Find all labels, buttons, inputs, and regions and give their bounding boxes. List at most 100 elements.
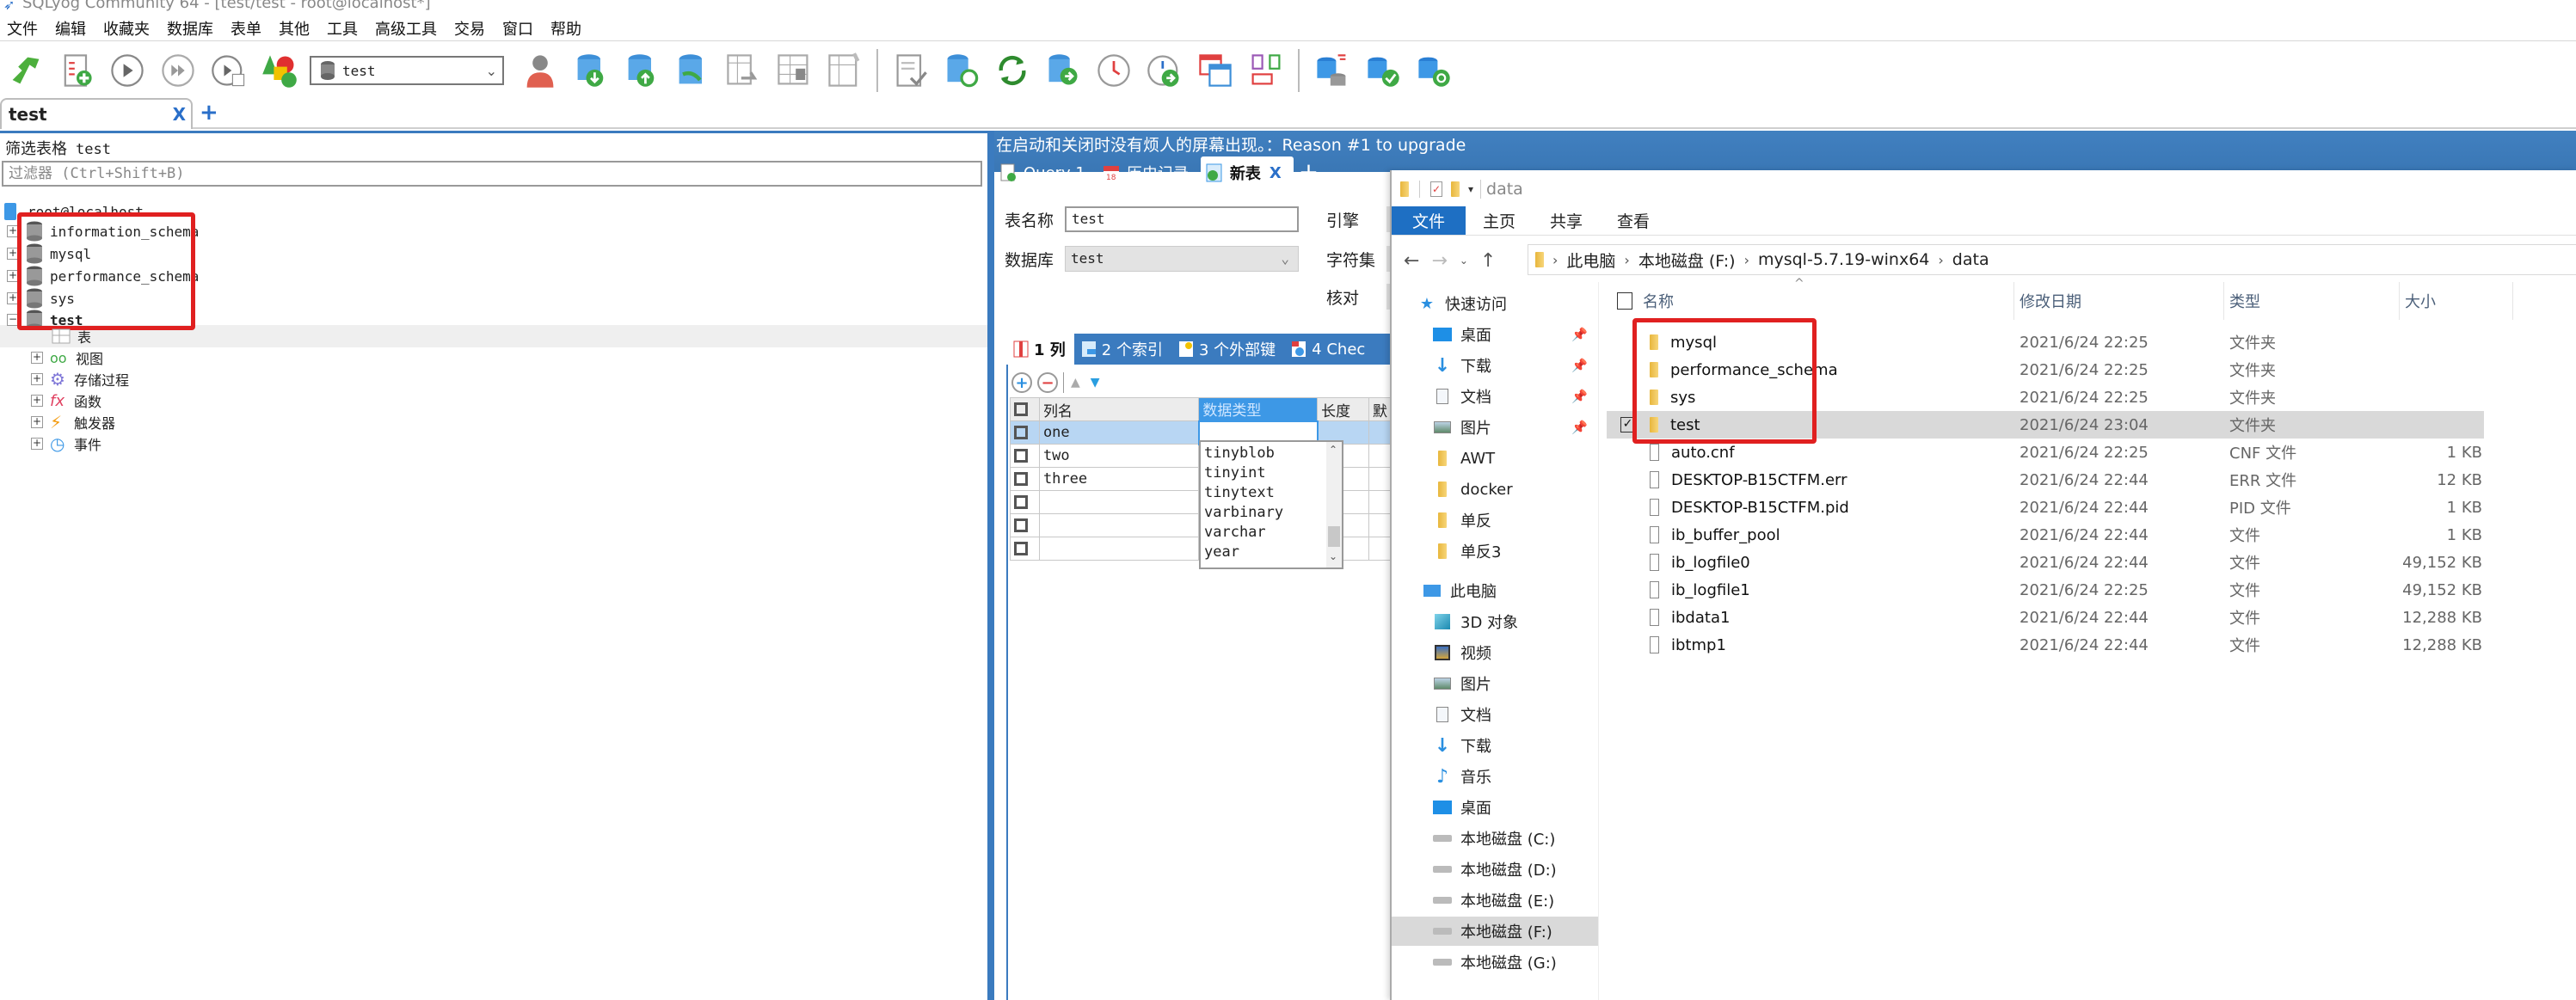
properties-icon[interactable]: ✓ bbox=[1430, 181, 1442, 197]
recent-locations-button[interactable]: ⌄ bbox=[1460, 255, 1468, 267]
new-connection-button[interactable] bbox=[5, 50, 46, 91]
up-button[interactable]: ↑ bbox=[1480, 250, 1496, 272]
dropdown-option[interactable]: varbinary bbox=[1204, 503, 1283, 523]
file-row[interactable]: ib_buffer_pool 2021/6/24 22:44 文件 1 KB bbox=[1607, 521, 2484, 549]
dropdown-option[interactable]: year bbox=[1204, 543, 1283, 562]
file-name-cell[interactable]: DESKTOP-B15CTFM.err bbox=[1650, 466, 2011, 494]
execute-all-button[interactable] bbox=[157, 50, 199, 91]
default-cell[interactable] bbox=[1368, 513, 1392, 537]
import-external-data-button[interactable] bbox=[672, 50, 713, 91]
tree-node-procedures[interactable]: + ⚙ 存储过程 bbox=[31, 368, 129, 390]
table-name-input[interactable]: test bbox=[1065, 206, 1299, 232]
nav-item[interactable]: 视频 bbox=[1392, 638, 1598, 667]
nav-item[interactable]: 图片 bbox=[1392, 669, 1598, 698]
move-down-button[interactable]: ▼ bbox=[1091, 376, 1100, 390]
tree-node-views[interactable]: + oo 视图 bbox=[31, 347, 103, 369]
pin-icon[interactable]: 📌 bbox=[1571, 389, 1588, 404]
sync-database-button[interactable] bbox=[1042, 50, 1084, 91]
file-name-cell[interactable]: ibdata1 bbox=[1650, 604, 2011, 631]
export-table-button[interactable] bbox=[722, 50, 764, 91]
ribbon-tab-home[interactable]: 主页 bbox=[1466, 206, 1533, 235]
menu-tools[interactable]: 工具 bbox=[327, 17, 358, 40]
column-name-cell[interactable] bbox=[1038, 513, 1200, 537]
close-tab-icon[interactable]: X bbox=[1270, 164, 1282, 182]
default-cell[interactable] bbox=[1368, 420, 1392, 445]
file-row[interactable]: ibdata1 2021/6/24 22:44 文件 12,288 KB bbox=[1607, 604, 2484, 631]
menu-powertools[interactable]: 高级工具 bbox=[375, 17, 437, 40]
new-folder-icon[interactable] bbox=[1451, 181, 1460, 197]
tab-new-table[interactable]: 新表 X bbox=[1200, 156, 1294, 189]
panel-splitter[interactable] bbox=[987, 131, 994, 1000]
nav-item[interactable]: 本地磁盘 (E:) bbox=[1392, 886, 1598, 915]
scheduled-job-button[interactable] bbox=[1144, 50, 1185, 91]
dropdown-option[interactable]: varchar bbox=[1204, 523, 1283, 543]
nav-item[interactable]: 文档 bbox=[1392, 700, 1598, 729]
remove-column-button[interactable]: − bbox=[1037, 372, 1058, 393]
dropdown-option[interactable]: tinyint bbox=[1204, 463, 1283, 483]
nav-item[interactable]: 本地磁盘 (C:) bbox=[1392, 824, 1598, 853]
row-checkbox[interactable] bbox=[1010, 490, 1040, 514]
data-type-dropdown[interactable]: tinyblob tinyint tinytext varbinary varc… bbox=[1199, 440, 1343, 569]
nav-this-pc[interactable]: 此电脑 bbox=[1392, 576, 1598, 605]
table-diagnostics-button[interactable] bbox=[824, 50, 865, 91]
menu-edit[interactable]: 编辑 bbox=[55, 17, 86, 40]
user-manager-button[interactable] bbox=[520, 50, 561, 91]
ribbon-tab-share[interactable]: 共享 bbox=[1533, 206, 1600, 235]
add-query-tab-button[interactable]: + bbox=[1299, 157, 1319, 186]
schema-designer-button[interactable] bbox=[259, 50, 300, 91]
column-header-name[interactable]: 名称 bbox=[1638, 282, 2014, 320]
database-selector[interactable]: test ⌄ bbox=[310, 56, 504, 85]
column-name-cell[interactable] bbox=[1038, 490, 1200, 514]
breadcrumb-item[interactable]: mysql-5.7.19-winx64 bbox=[1758, 250, 1929, 269]
file-name-cell[interactable]: DESKTOP-B15CTFM.pid bbox=[1650, 494, 2011, 521]
row-checkbox[interactable] bbox=[1010, 467, 1040, 491]
nav-item[interactable]: 单反 bbox=[1392, 506, 1598, 535]
nav-item-selected[interactable]: 本地磁盘 (F:) bbox=[1392, 917, 1598, 946]
pin-icon[interactable]: 📌 bbox=[1571, 358, 1588, 373]
breadcrumb-item[interactable]: 本地磁盘 (F:) bbox=[1638, 248, 1736, 272]
default-cell[interactable] bbox=[1368, 537, 1392, 561]
expand-icon[interactable]: + bbox=[31, 352, 43, 364]
nav-item[interactable]: docker bbox=[1392, 475, 1598, 504]
file-name-cell[interactable]: ibtmp1 bbox=[1650, 631, 2011, 659]
column-name-cell[interactable]: three bbox=[1038, 467, 1200, 491]
pin-icon[interactable]: 📌 bbox=[1571, 327, 1588, 342]
default-cell[interactable] bbox=[1368, 467, 1392, 491]
close-tab-icon[interactable]: X bbox=[173, 104, 186, 125]
execute-and-edit-button[interactable] bbox=[208, 50, 249, 91]
refresh-database-button[interactable] bbox=[941, 50, 982, 91]
back-button[interactable]: ← bbox=[1404, 250, 1419, 272]
refresh-button[interactable] bbox=[992, 50, 1033, 91]
table-data-button[interactable] bbox=[773, 50, 815, 91]
address-bar[interactable]: › 此电脑 › 本地磁盘 (F:) › mysql-5.7.19-winx64 … bbox=[1528, 244, 2576, 275]
column-header-size[interactable]: 大小 bbox=[2400, 282, 2513, 320]
nav-item[interactable]: 文档 📌 bbox=[1392, 382, 1598, 411]
row-checkbox[interactable] bbox=[1010, 537, 1040, 561]
nav-quick-access[interactable]: ★ 快速访问 bbox=[1392, 289, 1598, 318]
menu-help[interactable]: 帮助 bbox=[550, 17, 581, 40]
column-name-cell[interactable]: two bbox=[1038, 444, 1200, 468]
nav-item[interactable]: AWT bbox=[1392, 444, 1598, 473]
customize-qat-icon[interactable]: ▾ bbox=[1468, 183, 1473, 195]
menu-table[interactable]: 表单 bbox=[231, 17, 261, 40]
expand-icon[interactable]: + bbox=[31, 373, 43, 385]
nav-item[interactable]: 本地磁盘 (G:) bbox=[1392, 948, 1598, 977]
nav-item[interactable]: 桌面 bbox=[1392, 793, 1598, 822]
nav-item[interactable]: 桌面 📌 bbox=[1392, 320, 1598, 349]
expand-icon[interactable]: + bbox=[31, 395, 43, 407]
file-name-cell[interactable]: ib_logfile0 bbox=[1650, 549, 2011, 576]
row-checkbox[interactable] bbox=[1010, 420, 1040, 445]
header-length[interactable]: 长度 bbox=[1317, 397, 1369, 421]
ribbon-tab-file[interactable]: 文件 bbox=[1392, 206, 1466, 235]
filter-input[interactable]: 过滤器 (Ctrl+Shift+B) bbox=[2, 161, 982, 187]
nav-item[interactable]: ↓ 下载 📌 bbox=[1392, 351, 1598, 380]
menu-file[interactable]: 文件 bbox=[7, 17, 38, 40]
connection-tab-test[interactable]: test X bbox=[0, 98, 193, 129]
tree-node-tables[interactable]: 表 bbox=[52, 325, 91, 347]
menu-database[interactable]: 数据库 bbox=[167, 17, 213, 40]
scroll-up-icon[interactable]: ⌃ bbox=[1329, 444, 1337, 456]
database-select[interactable]: test ⌄ bbox=[1065, 246, 1299, 272]
row-checkbox[interactable] bbox=[1010, 513, 1040, 537]
column-name-cell[interactable] bbox=[1038, 537, 1200, 561]
tree-node-triggers[interactable]: + ⚡ 触发器 bbox=[31, 411, 115, 433]
